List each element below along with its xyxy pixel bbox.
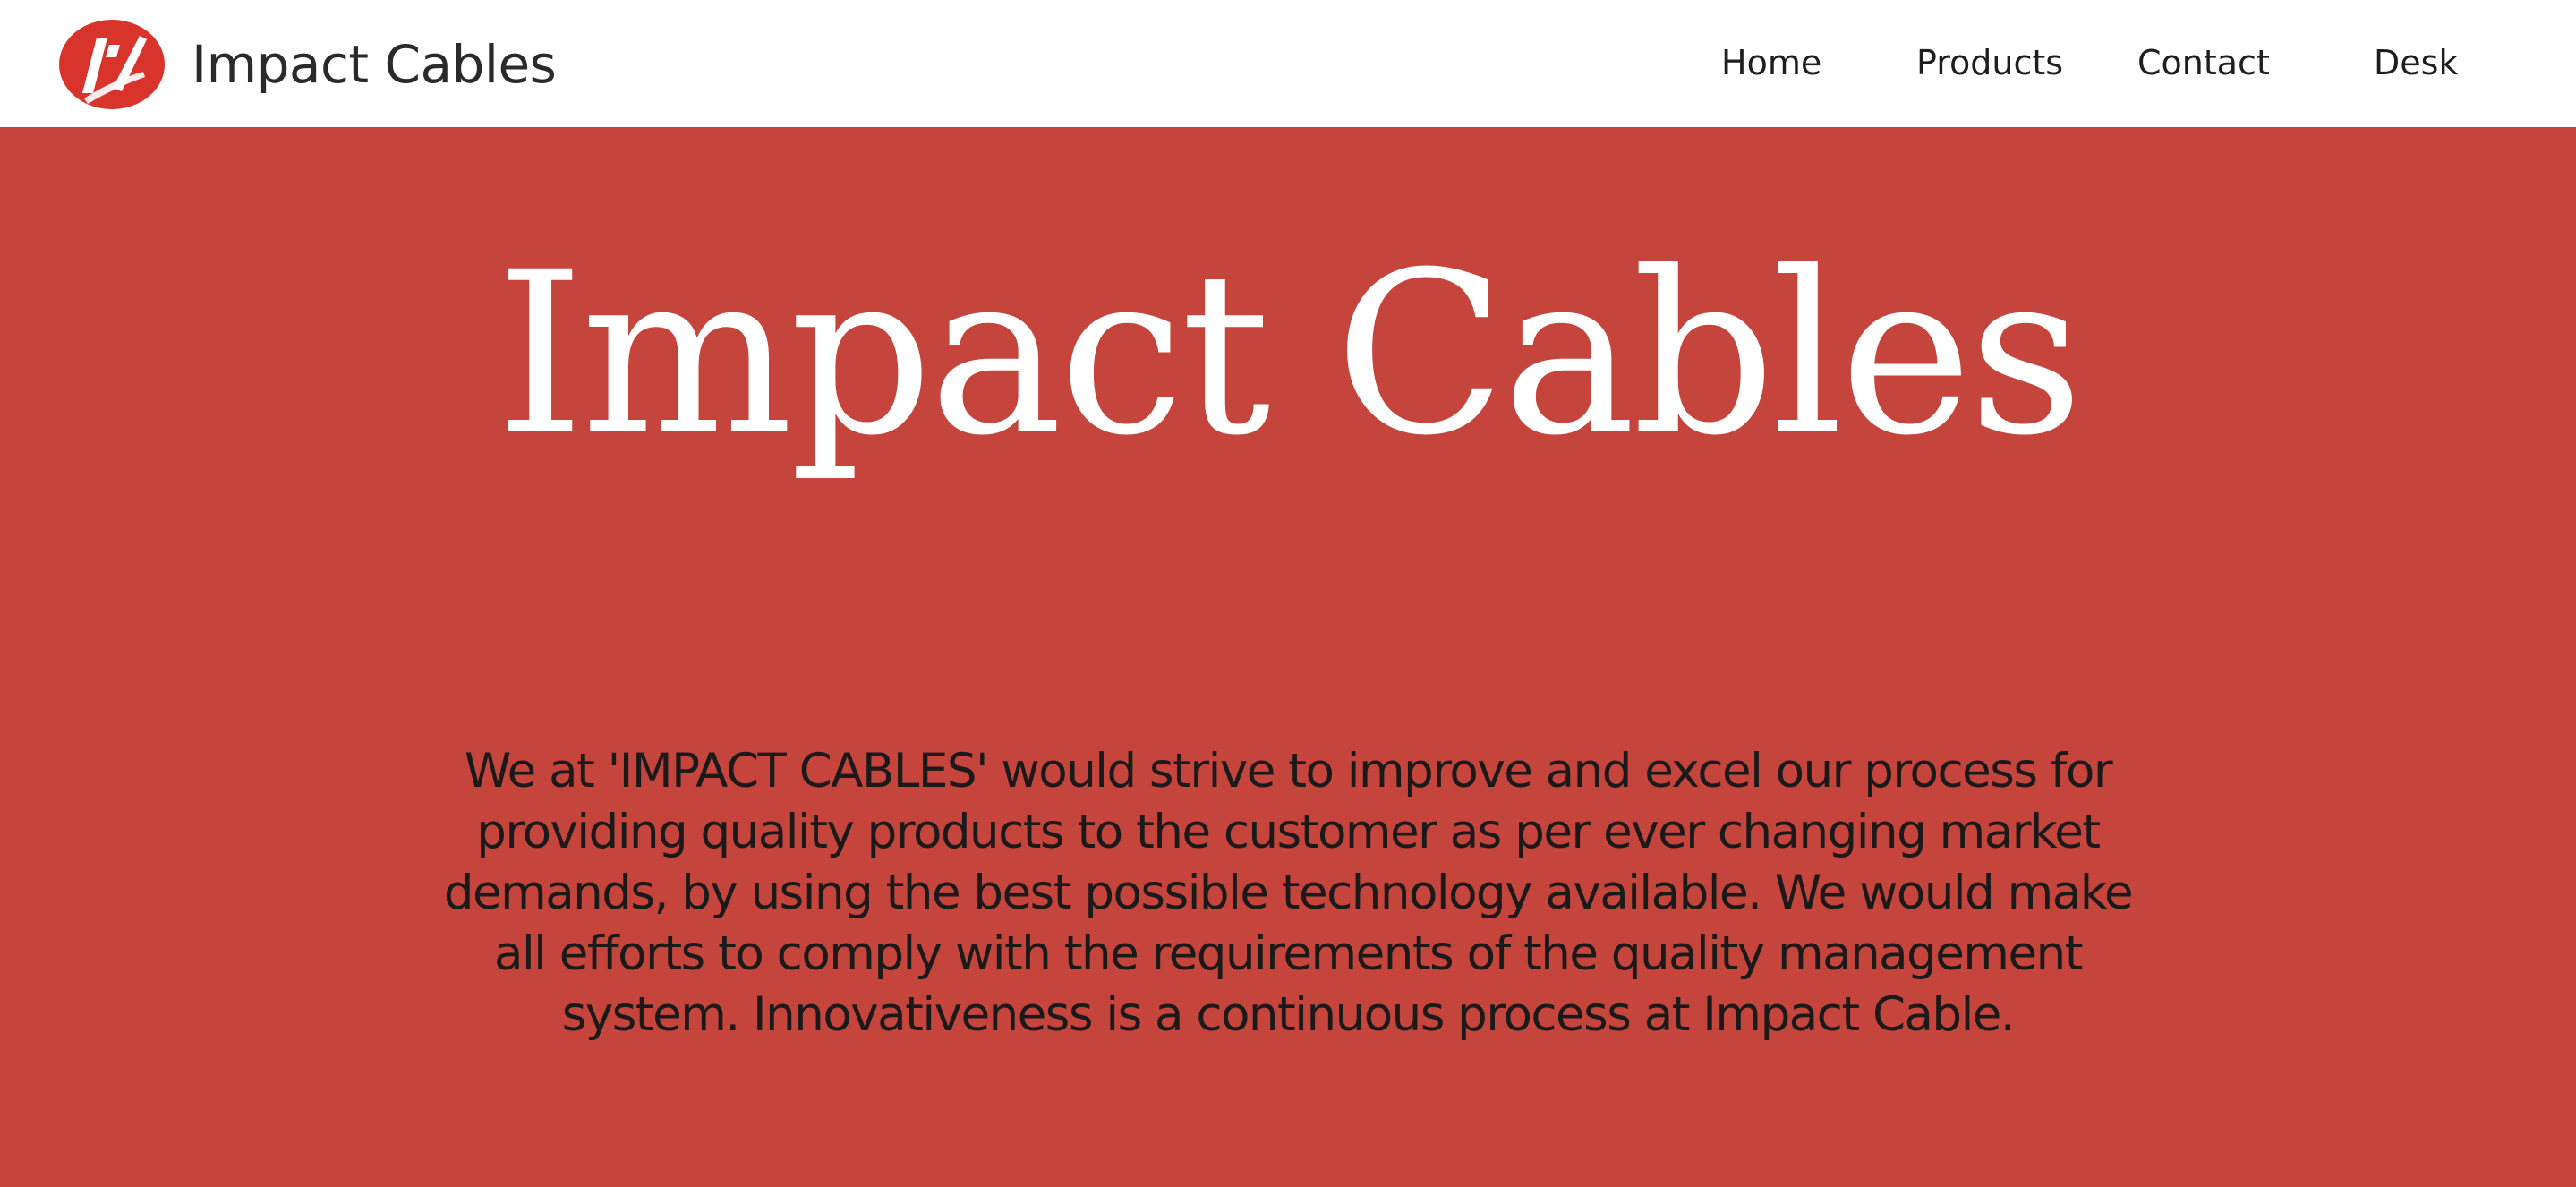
- hero-title: Impact Cables: [496, 224, 2083, 484]
- main-nav: Home Products Contact Desk: [0, 0, 2576, 127]
- nav-item-products[interactable]: Products: [1916, 39, 2063, 86]
- nav-item-contact[interactable]: Contact: [2137, 39, 2270, 86]
- hero-section: Impact Cables We at 'IMPACT CABLES' woul…: [0, 127, 2576, 1187]
- site-header: Impact Cables Home Products Contact Desk: [0, 0, 2576, 127]
- hero-description: We at 'IMPACT CABLES' would strive to im…: [443, 744, 2134, 1042]
- nav-item-desk[interactable]: Desk: [2374, 39, 2458, 86]
- nav-item-home[interactable]: Home: [1721, 39, 1821, 86]
